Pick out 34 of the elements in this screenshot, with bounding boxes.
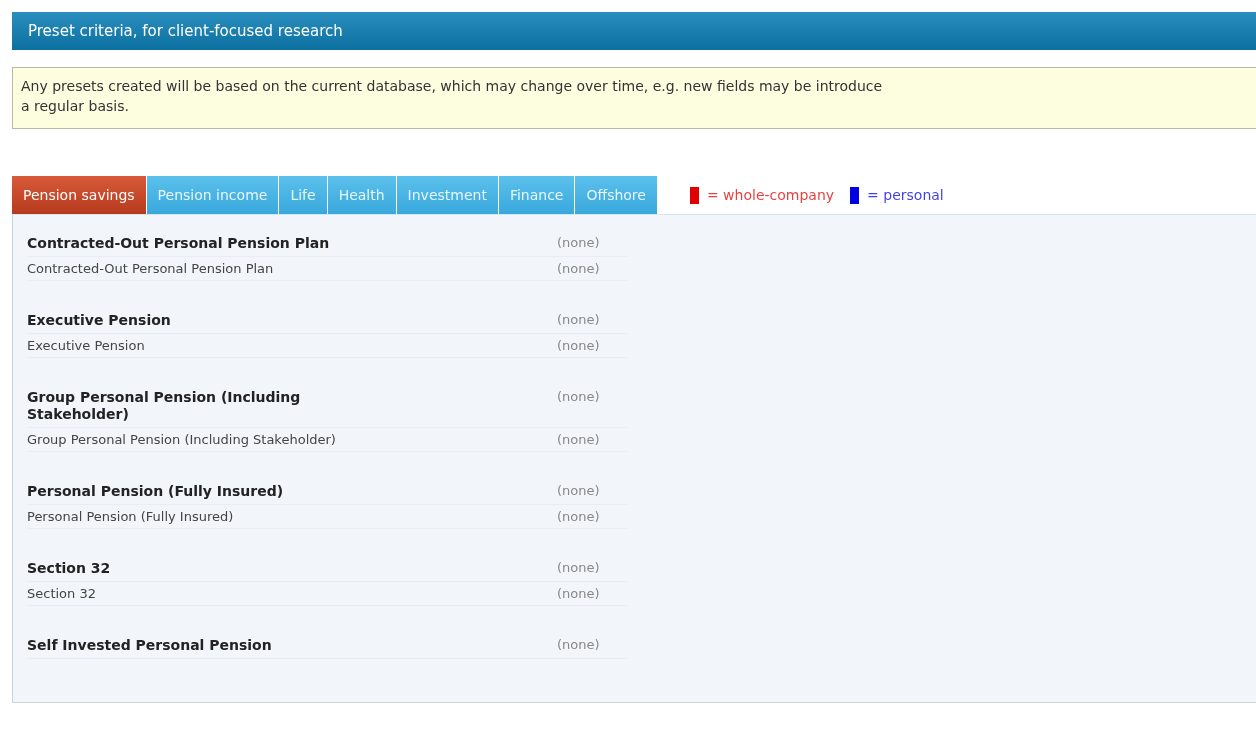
- criteria-value: (none): [557, 560, 601, 577]
- criteria-value: (none): [557, 338, 601, 353]
- criteria-label: Personal Pension (Fully Insured): [27, 509, 235, 524]
- criteria-label: Group Personal Pension (Including Stakeholder): [27, 432, 337, 447]
- group-title: Self Invested Personal Pension: [27, 637, 273, 654]
- criteria-value: (none): [557, 509, 601, 524]
- criteria-value: (none): [557, 432, 601, 447]
- criteria-value: (none): [557, 261, 601, 276]
- category-tab[interactable]: Finance: [498, 176, 575, 214]
- notice-text: Any presets created will be based on the current database, which may change over time, e.g. new fields may be introduce: [21, 77, 884, 96]
- category-tab[interactable]: Investment: [396, 176, 498, 214]
- group-title: Personal Pension (Fully Insured): [27, 483, 285, 500]
- criteria-value: (none): [557, 312, 601, 329]
- criteria-label: Executive Pension: [27, 338, 146, 353]
- category-tab[interactable]: Health: [327, 176, 396, 214]
- criteria-value: (none): [557, 235, 601, 252]
- criteria-label: Section 32: [27, 586, 97, 601]
- header-title: Preset criteria, for client-focused research: [28, 22, 343, 40]
- criteria-value: (none): [557, 586, 601, 601]
- group-title: Section 32: [27, 560, 112, 577]
- criteria-value: (none): [557, 389, 601, 406]
- group-title: Contracted-Out Personal Pension Plan: [27, 235, 331, 252]
- category-tab[interactable]: Life: [279, 176, 327, 214]
- group-title: Group Personal Pension (Including Stakeholder): [27, 389, 302, 423]
- group-title: Executive Pension: [27, 312, 172, 329]
- notice-text: a regular basis.: [21, 97, 130, 116]
- criteria-value: (none): [557, 637, 601, 654]
- criteria-label: Contracted-Out Personal Pension Plan: [27, 261, 275, 276]
- legend-label: = personal: [867, 187, 944, 203]
- category-tab[interactable]: Pension savings: [12, 176, 146, 214]
- criteria-value: (none): [557, 483, 601, 500]
- category-tab[interactable]: Pension income: [146, 176, 279, 214]
- category-tab[interactable]: Offshore: [575, 176, 657, 214]
- legend-label: = whole-company: [706, 187, 835, 203]
